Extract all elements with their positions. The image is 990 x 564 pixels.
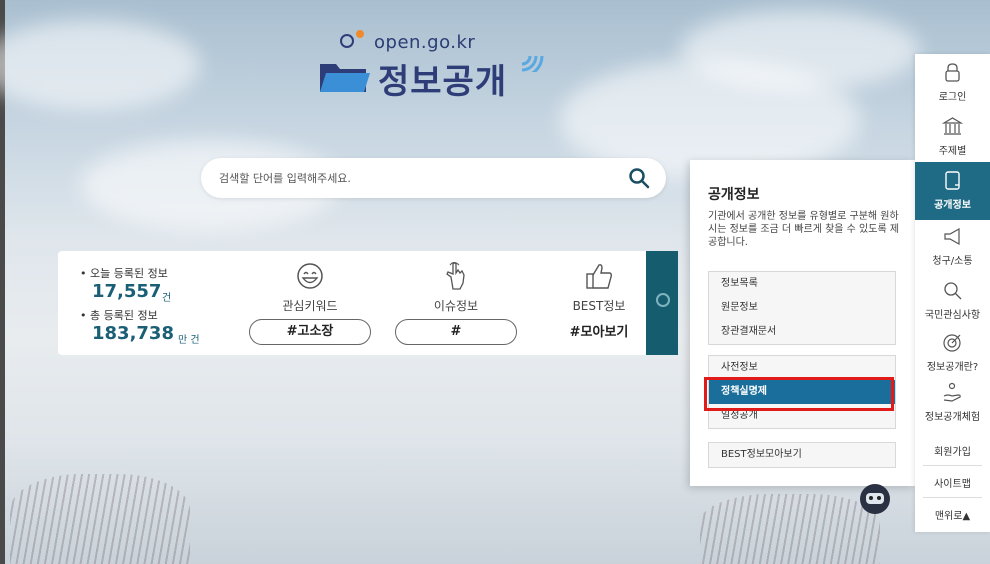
sidebar-item-topics[interactable]: 주제별 (915, 108, 990, 166)
site-logo[interactable]: open.go.kr 정보공개 (318, 30, 558, 102)
sidebar-item-request[interactable]: 청구/소통 (915, 218, 990, 276)
logo-dot-icon (356, 30, 364, 38)
search-icon[interactable] (628, 167, 650, 189)
best-collection-button[interactable]: #모아보기 (538, 321, 660, 340)
sidebar-item-label: 주제별 (938, 146, 967, 157)
sidebar-item-label: 정보공개란? (926, 362, 979, 373)
keyword-button[interactable]: #고소장 (249, 319, 371, 345)
sidebar-item-login[interactable]: 로그인 (915, 54, 990, 112)
background-cloud (680, 10, 920, 90)
quick-keyword-label: 관심키워드 (282, 299, 338, 313)
menu-item-info-list[interactable]: 정보목록 (709, 272, 895, 296)
highlight-box (704, 377, 894, 411)
sidebar-item-label: 청구/소통 (932, 256, 973, 267)
today-unit: 건 (162, 293, 172, 304)
search-input[interactable] (219, 168, 619, 188)
sidebar-item-interest[interactable]: 국민관심사항 (915, 272, 990, 330)
menu-item-best-collection[interactable]: BEST정보모아보기 (709, 443, 895, 467)
eye-icon (656, 293, 670, 307)
total-label: • 총 등록된 정보 (80, 309, 158, 322)
panel-title: 공개정보 (708, 187, 760, 203)
right-sidebar: 로그인 주제별 공개정보 청구/소통 국민관심사항 정보공개란? 정보공개체험 … (915, 54, 990, 532)
quick-best: BEST정보 #모아보기 (538, 261, 660, 351)
scroll-top-button[interactable]: 맨위로▲ (923, 504, 982, 530)
folder-icon (320, 64, 370, 92)
robot-icon (866, 493, 884, 504)
stats-card: • 오늘 등록된 정보 17,557 건 • 총 등록된 정보 183,738 … (58, 251, 678, 355)
total-value: 183,738 (92, 323, 174, 344)
sidebar-item-experience[interactable]: 정보공개체험 (915, 374, 990, 432)
quick-keyword: 관심키워드 #고소장 (249, 261, 371, 351)
sidebar-item-public-info[interactable]: 공개정보 (915, 162, 990, 220)
quick-best-label: BEST정보 (572, 299, 626, 313)
megaphone-icon (944, 227, 960, 246)
background-trees (10, 474, 190, 564)
search-bar (201, 158, 666, 198)
background-trees (700, 494, 880, 564)
sidebar-item-label: 공개정보 (934, 200, 971, 211)
document-icon (945, 171, 960, 190)
menu-item-minister-docs[interactable]: 장관결재문서 (709, 320, 895, 344)
panel-group-1: 정보목록 원문정보 장관결재문서 (708, 271, 896, 345)
public-info-panel: 공개정보 기관에서 공개한 정보를 유형별로 구분해 원하시는 정보를 조금 더… (690, 160, 915, 486)
target-icon (943, 334, 961, 352)
sidebar-item-label: 정보공개체험 (924, 412, 981, 423)
panel-group-3: BEST정보모아보기 (708, 442, 896, 468)
search-icon (944, 282, 962, 300)
background-cloud (0, 20, 200, 110)
today-label: • 오늘 등록된 정보 (80, 267, 168, 280)
issue-button[interactable]: # (395, 319, 517, 345)
logo-brand-text: 정보공개 (378, 62, 508, 102)
logo-ring-icon (340, 34, 354, 48)
hand-pointer-icon (446, 261, 465, 290)
signup-link[interactable]: 회원가입 (923, 440, 982, 466)
logo-url-text: open.go.kr (374, 32, 476, 53)
quick-issue: 이슈정보 # (395, 261, 517, 351)
sidebar-item-label: 국민관심사항 (924, 310, 981, 321)
sitemap-link[interactable]: 사이트맵 (923, 472, 982, 498)
building-icon (942, 117, 963, 135)
quick-issue-label: 이슈정보 (433, 299, 479, 313)
today-value: 17,557 (92, 281, 162, 302)
sidebar-item-label: 로그인 (938, 92, 967, 103)
hand-icon (943, 382, 961, 402)
thumbs-up-icon (586, 264, 613, 289)
signal-waves-icon (521, 55, 544, 72)
panel-description: 기관에서 공개한 정보를 유형별로 구분해 원하시는 정보를 조금 더 빠르게 … (708, 211, 900, 248)
lock-icon (945, 63, 960, 82)
smile-icon (297, 263, 323, 289)
chatbot-button[interactable] (860, 484, 890, 514)
menu-item-original-info[interactable]: 원문정보 (709, 296, 895, 320)
total-unit: 만 건 (178, 335, 200, 346)
